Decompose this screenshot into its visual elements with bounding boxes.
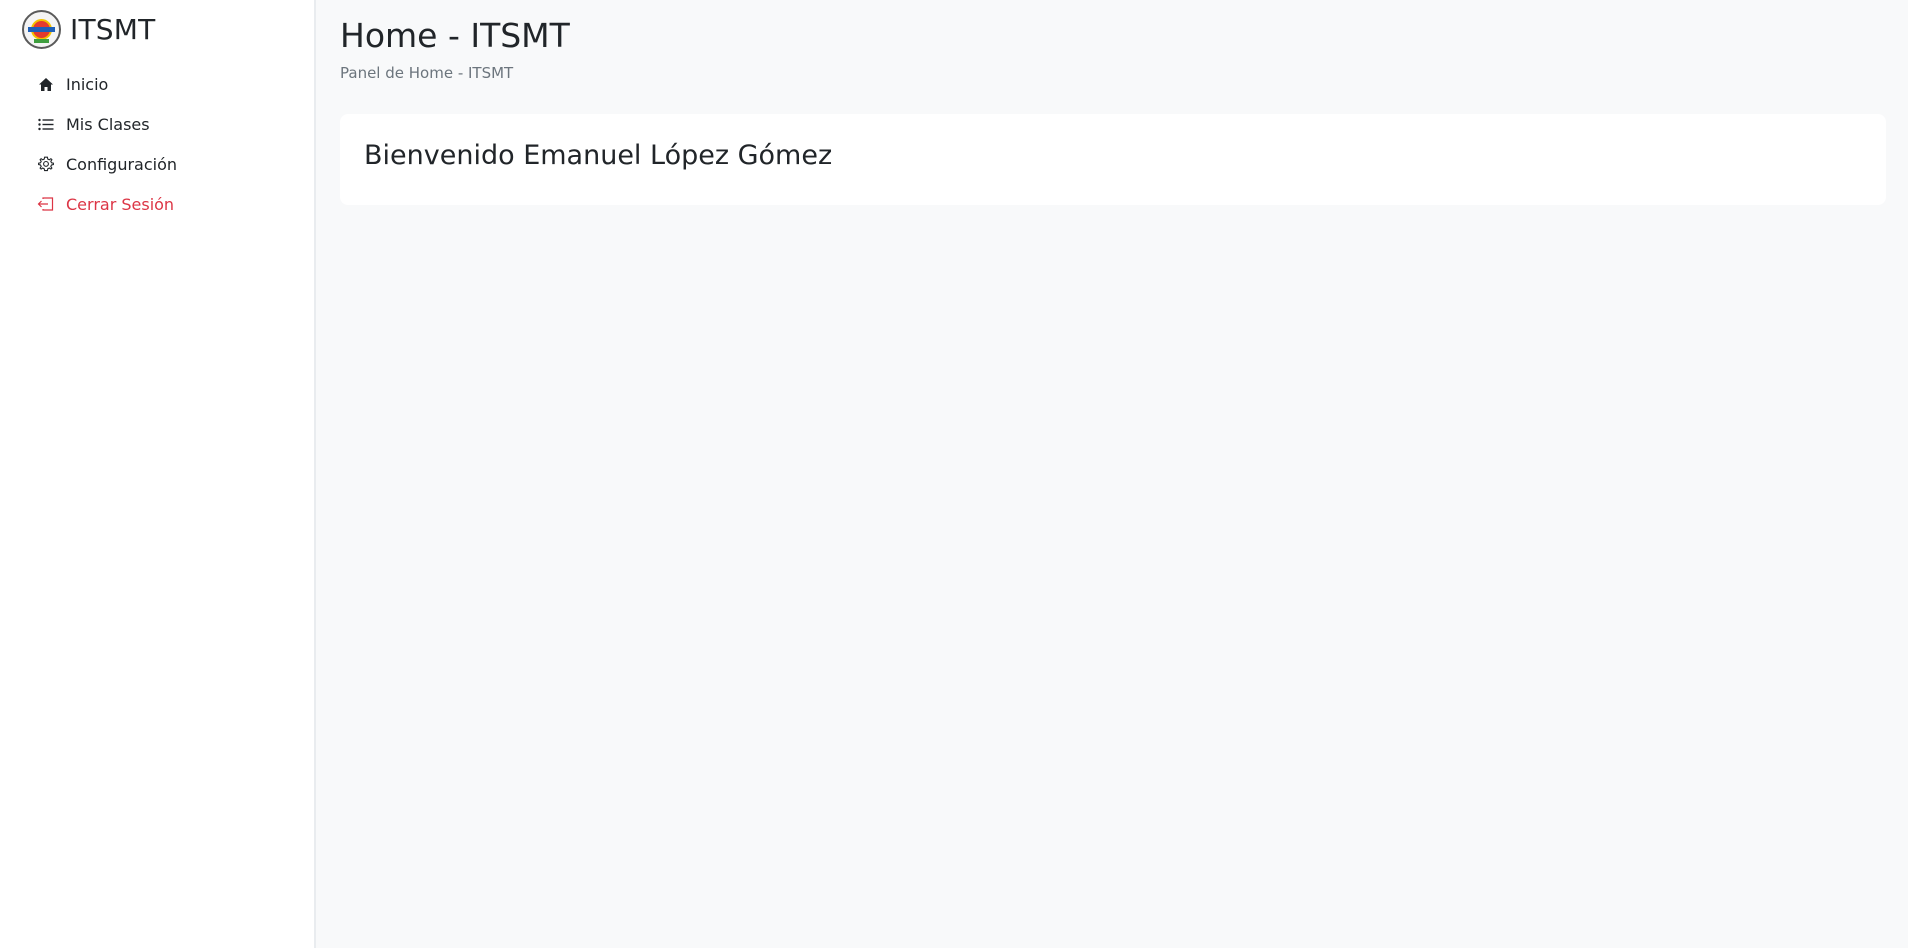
page-title: Home - ITSMT	[340, 16, 570, 55]
sidebar-item-label: Cerrar Sesión	[66, 194, 175, 214]
welcome-card: Bienvenido Emanuel López Gómez	[340, 114, 1886, 205]
list-icon	[37, 116, 54, 133]
home-icon	[37, 76, 54, 93]
logo-base	[34, 38, 49, 43]
logo-band	[28, 26, 55, 32]
gear-icon	[37, 156, 54, 173]
app-shell: ITSMT Inicio Mis Clases Configuración Ce…	[0, 0, 1908, 948]
brand[interactable]: ITSMT	[0, 0, 314, 58]
sidebar-item-configuracion[interactable]: Configuración	[0, 144, 314, 184]
sidebar-item-inicio[interactable]: Inicio	[0, 64, 314, 104]
main-content: Home - ITSMT Panel de Home - ITSMT Bienv…	[316, 0, 1908, 948]
welcome-heading: Bienvenido Emanuel López Gómez	[364, 140, 833, 171]
sidebar-item-cerrar-sesion[interactable]: Cerrar Sesión	[0, 184, 314, 224]
sidebar-item-label: Mis Clases	[66, 114, 150, 134]
logo	[22, 9, 61, 49]
sidebar-nav: Inicio Mis Clases Configuración Cerrar S…	[0, 64, 314, 224]
sidebar-item-label: Inicio	[66, 74, 109, 94]
sidebar-item-mis-clases[interactable]: Mis Clases	[0, 104, 314, 144]
logout-icon	[37, 196, 54, 213]
sidebar: ITSMT Inicio Mis Clases Configuración Ce…	[0, 0, 316, 948]
brand-title: ITSMT	[70, 12, 156, 46]
sidebar-item-label: Configuración	[66, 154, 178, 174]
page-subtitle: Panel de Home - ITSMT	[340, 64, 514, 82]
